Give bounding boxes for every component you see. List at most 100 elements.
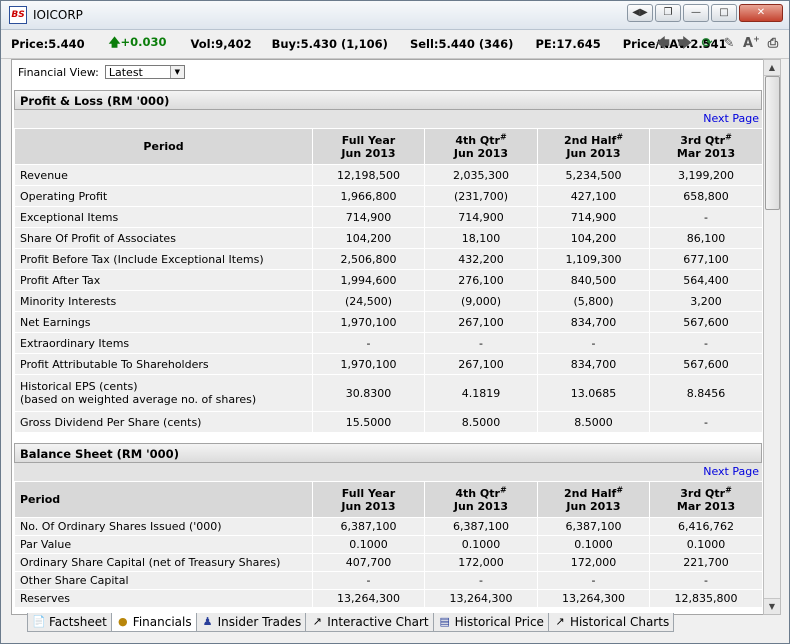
cell-value: 1,109,300	[537, 248, 650, 270]
table-row: Reserves 13,264,300 13,264,300 13,264,300 12…	[14, 589, 763, 608]
pl-table: Period Full Year Jun 2013 4th Qtr# Jun 201…	[14, 128, 763, 433]
cell-value: 6,387,100	[312, 517, 425, 536]
tab-insider-trades[interactable]: ♟ Insider Trades	[195, 613, 307, 632]
row-label: Historical EPS (cents) (based on weighted…	[14, 374, 313, 412]
cell-value: -	[537, 571, 650, 590]
cell-value: 714,900	[312, 206, 425, 228]
cell-value: 0.1000	[312, 535, 425, 554]
cell-value: 8.8456	[649, 374, 763, 412]
close-button[interactable]: ✕	[739, 4, 783, 22]
table-row: Par Value 0.1000 0.1000 0.1000 0.1000	[14, 535, 763, 554]
cell-value: 3,200	[649, 290, 763, 312]
cell-value: 0.1000	[424, 535, 538, 554]
restore-arrows-icon[interactable]: ◀▶	[627, 4, 653, 22]
row-label: Ordinary Share Capital (net of Treasury …	[14, 553, 313, 572]
tab-historical-charts[interactable]: ↗ Historical Charts	[547, 613, 675, 632]
pl-col-header: 4th Qtr# Jun 2013	[424, 128, 538, 165]
tab-interactive-chart[interactable]: ↗ Interactive Chart	[305, 613, 434, 632]
bs-col-header: 4th Qtr# Jun 2013	[424, 481, 538, 518]
tab-historical-price[interactable]: ▤ Historical Price	[432, 613, 549, 632]
cell-value: (9,000)	[424, 290, 538, 312]
cell-value: 714,900	[424, 206, 538, 228]
cell-value: 13,264,300	[424, 589, 538, 608]
scroll-down-icon[interactable]: ▼	[764, 598, 780, 614]
quote-bar: Price:5.440 🡅+0.030 Vol:9,402 Buy:5.430 …	[1, 30, 789, 59]
row-label: Gross Dividend Per Share (cents)	[14, 411, 313, 433]
chevron-down-icon[interactable]: ▼	[169, 66, 184, 78]
toolbar-icons: 🡄 🡆 ⟳ ✎ A+ ⎙	[655, 35, 781, 52]
cell-value: -	[312, 332, 425, 354]
row-label: Operating Profit	[14, 185, 313, 207]
pl-col-header: 3rd Qtr# Mar 2013	[649, 128, 763, 165]
cell-value: 86,100	[649, 227, 763, 249]
cell-value: (231,700)	[424, 185, 538, 207]
maximize-button[interactable]: □	[711, 4, 737, 22]
price-change: 🡅+0.030	[108, 34, 167, 49]
back-arrow-icon[interactable]: 🡄	[655, 36, 671, 52]
table-row: Other Share Capital - - - -	[14, 571, 763, 590]
bs-period-header: Period	[14, 481, 313, 518]
cell-value: 104,200	[537, 227, 650, 249]
tab-financials[interactable]: ● Financials	[110, 613, 197, 632]
title-bar[interactable]: BS IOICORP ◀▶ ❐ — □ ✕	[1, 1, 789, 30]
cell-value: 840,500	[537, 269, 650, 291]
scroll-thumb[interactable]	[765, 76, 780, 210]
edit-icon[interactable]: ✎	[721, 36, 737, 52]
cell-value: 13,264,300	[312, 589, 425, 608]
volume-quote: Vol:9,402	[190, 37, 252, 51]
cell-value: 407,700	[312, 553, 425, 572]
row-label: No. Of Ordinary Shares Issued ('000)	[14, 517, 313, 536]
cell-value: 1,966,800	[312, 185, 425, 207]
bs-next-page-link[interactable]: Next Page	[703, 465, 759, 478]
minimize-button[interactable]: —	[683, 4, 709, 22]
pe-quote: PE:17.645	[535, 37, 601, 51]
row-label: Extraordinary Items	[14, 332, 313, 354]
row-label: Exceptional Items	[14, 206, 313, 228]
cell-value: 13.0685	[537, 374, 650, 412]
cell-value: -	[649, 332, 763, 354]
cell-value: -	[312, 571, 425, 590]
bs-col-header: 3rd Qtr# Mar 2013	[649, 481, 763, 518]
print-icon[interactable]: ⎙	[765, 36, 781, 52]
cell-value: 267,100	[424, 311, 538, 333]
scroll-up-icon[interactable]: ▲	[764, 60, 780, 76]
forward-arrow-icon[interactable]: 🡆	[677, 36, 693, 52]
window-title: IOICORP	[33, 8, 83, 22]
bs-table: Period Full Year Jun 2013 4th Qtr# Jun 201…	[14, 481, 763, 608]
table-row: Gross Dividend Per Share (cents) 15.5000 8…	[14, 411, 763, 433]
font-size-icon[interactable]: A+	[743, 35, 760, 52]
cell-value: 677,100	[649, 248, 763, 270]
table-row: Profit Before Tax (Include Exceptional I…	[14, 248, 763, 270]
cell-value: 432,200	[424, 248, 538, 270]
cell-value: 172,000	[424, 553, 538, 572]
tab-factsheet[interactable]: 📄 Factsheet	[27, 613, 112, 632]
pl-next-page-link[interactable]: Next Page	[703, 112, 759, 125]
table-row: Extraordinary Items - - - -	[14, 332, 763, 354]
cell-value: 15.5000	[312, 411, 425, 433]
financial-view-value: Latest	[108, 66, 143, 79]
table-row: Historical EPS (cents) (based on weighted…	[14, 374, 763, 412]
cell-value: 1,994,600	[312, 269, 425, 291]
financial-view-row: Financial View: Latest ▼	[12, 60, 764, 84]
cell-value: 6,387,100	[537, 517, 650, 536]
bs-nav-bar: Next Page	[14, 463, 762, 481]
cell-value: 0.1000	[649, 535, 763, 554]
cell-value: -	[649, 206, 763, 228]
document-icon: 📄	[32, 615, 46, 628]
table-row: Exceptional Items 714,900 714,900 714,900-	[14, 206, 763, 228]
tab-label: Historical Price	[454, 615, 544, 629]
financial-view-select[interactable]: Latest ▼	[104, 65, 185, 79]
table-row: Revenue 12,198,500 2,035,300 5,234,500 3,199…	[14, 164, 763, 186]
person-icon: ♟	[202, 615, 213, 628]
pl-header-row: Period Full Year Jun 2013 4th Qtr# Jun 201…	[14, 128, 763, 165]
vertical-scrollbar[interactable]: ▲ ▼	[763, 59, 781, 615]
tab-label: Interactive Chart	[327, 615, 429, 629]
detach-window-icon[interactable]: ❐	[655, 4, 681, 22]
cell-value: -	[424, 332, 538, 354]
refresh-icon[interactable]: ⟳	[699, 36, 715, 52]
table-row: Profit After Tax 1,994,600 276,100 840,500 5…	[14, 269, 763, 291]
pl-col-header: Full Year Jun 2013	[312, 128, 425, 165]
tab-label: Factsheet	[49, 615, 107, 629]
row-label: Profit Attributable To Shareholders	[14, 353, 313, 375]
cell-value: 8.5000	[424, 411, 538, 433]
